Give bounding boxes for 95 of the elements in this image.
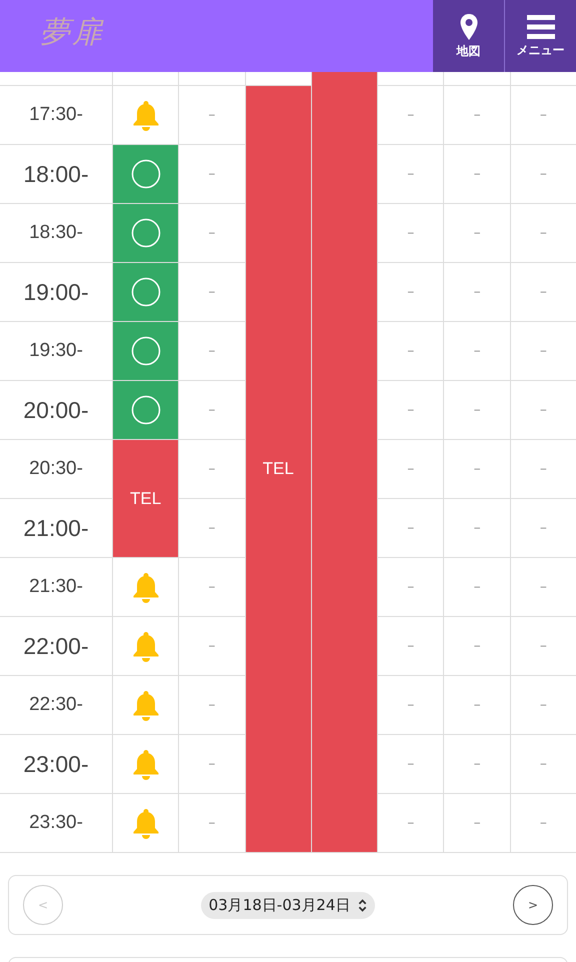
circle-icon [130,395,161,425]
time-label: 18:00- [0,145,112,203]
table-cell: – [378,263,444,321]
table-cell: – [378,558,444,616]
table-cell: – [179,558,245,616]
table-cell: – [510,381,576,439]
bell-icon [132,689,160,721]
table-cell: – [510,676,576,734]
bell-icon [132,630,160,662]
available-slot[interactable] [113,381,178,439]
table-cell: – [510,558,576,616]
circle-icon [130,277,161,307]
table-cell: – [179,499,245,557]
table-cell: – [378,86,444,144]
time-label: 22:00- [0,617,112,675]
table-cell [510,72,576,85]
time-label: 20:00- [0,381,112,439]
table-cell: – [444,86,510,144]
table-cell [246,72,311,85]
tel-slot[interactable]: TEL [246,86,311,852]
circle-icon [130,218,161,248]
table-cell [179,72,245,85]
time-label: 18:30- [0,204,112,262]
next-week-button[interactable]: > [512,885,553,925]
table-cell: – [378,499,444,557]
tel-slot[interactable]: TEL [113,440,178,557]
table-cell: – [444,676,510,734]
up-down-icon [358,898,368,912]
table-cell: – [378,204,444,262]
table-cell: – [179,794,245,852]
time-label: 19:00- [0,263,112,321]
table-cell: – [179,440,245,498]
table-cell: – [179,145,245,203]
table-cell: – [179,381,245,439]
available-slot[interactable] [113,145,178,203]
table-cell: – [179,263,245,321]
table-cell: – [510,499,576,557]
circle-icon [130,159,161,189]
time-label: 19:30- [0,322,112,380]
bell-icon [132,807,160,839]
table-cell: – [510,735,576,793]
table-cell: – [378,440,444,498]
table-cell [444,72,510,85]
time-label: 21:00- [0,499,112,557]
time-label: 17:30- [0,86,112,144]
table-cell: – [179,676,245,734]
table-cell: – [378,735,444,793]
table-cell: – [444,204,510,262]
table-cell: – [444,558,510,616]
table-cell: – [378,322,444,380]
table-cell: – [378,617,444,675]
table-cell: – [179,322,245,380]
map-pin-icon [458,12,478,40]
week-range-select[interactable]: 03月18日-03月24日 [200,892,376,918]
map-button[interactable]: 地図 [433,0,504,72]
available-slot[interactable] [113,322,178,380]
table-cell [378,72,444,85]
bell-icon [132,748,160,780]
table-cell: – [179,204,245,262]
table-cell: – [510,440,576,498]
available-slot[interactable] [113,263,178,321]
table-cell: – [378,794,444,852]
menu-icon [526,14,554,40]
bell-icon [132,571,160,603]
table-cell: – [378,381,444,439]
table-cell: – [444,617,510,675]
table-cell: – [444,440,510,498]
table-cell: – [378,676,444,734]
menu-button[interactable]: メニュー [505,0,576,72]
table-cell: – [510,263,576,321]
table-cell: – [179,735,245,793]
table-cell: – [444,322,510,380]
time-label: 20:30- [0,440,112,498]
bell-icon [132,99,160,131]
table-cell: – [179,86,245,144]
table-cell: – [510,145,576,203]
table-cell: – [444,145,510,203]
time-label: 23:00- [0,735,112,793]
table-cell: – [510,86,576,144]
table-cell: – [510,322,576,380]
table-cell: – [510,794,576,852]
table-cell: – [378,145,444,203]
available-slot[interactable] [113,204,178,262]
table-cell: – [510,204,576,262]
table-cell: – [444,381,510,439]
time-label: 22:30- [0,676,112,734]
circle-icon [130,336,161,366]
table-cell: – [444,735,510,793]
table-cell: – [510,617,576,675]
table-cell: – [444,263,510,321]
time-label: 21:30- [0,558,112,616]
table-cell: – [444,499,510,557]
table-cell: – [179,617,245,675]
time-label: 23:30- [0,794,112,852]
table-cell: – [444,794,510,852]
